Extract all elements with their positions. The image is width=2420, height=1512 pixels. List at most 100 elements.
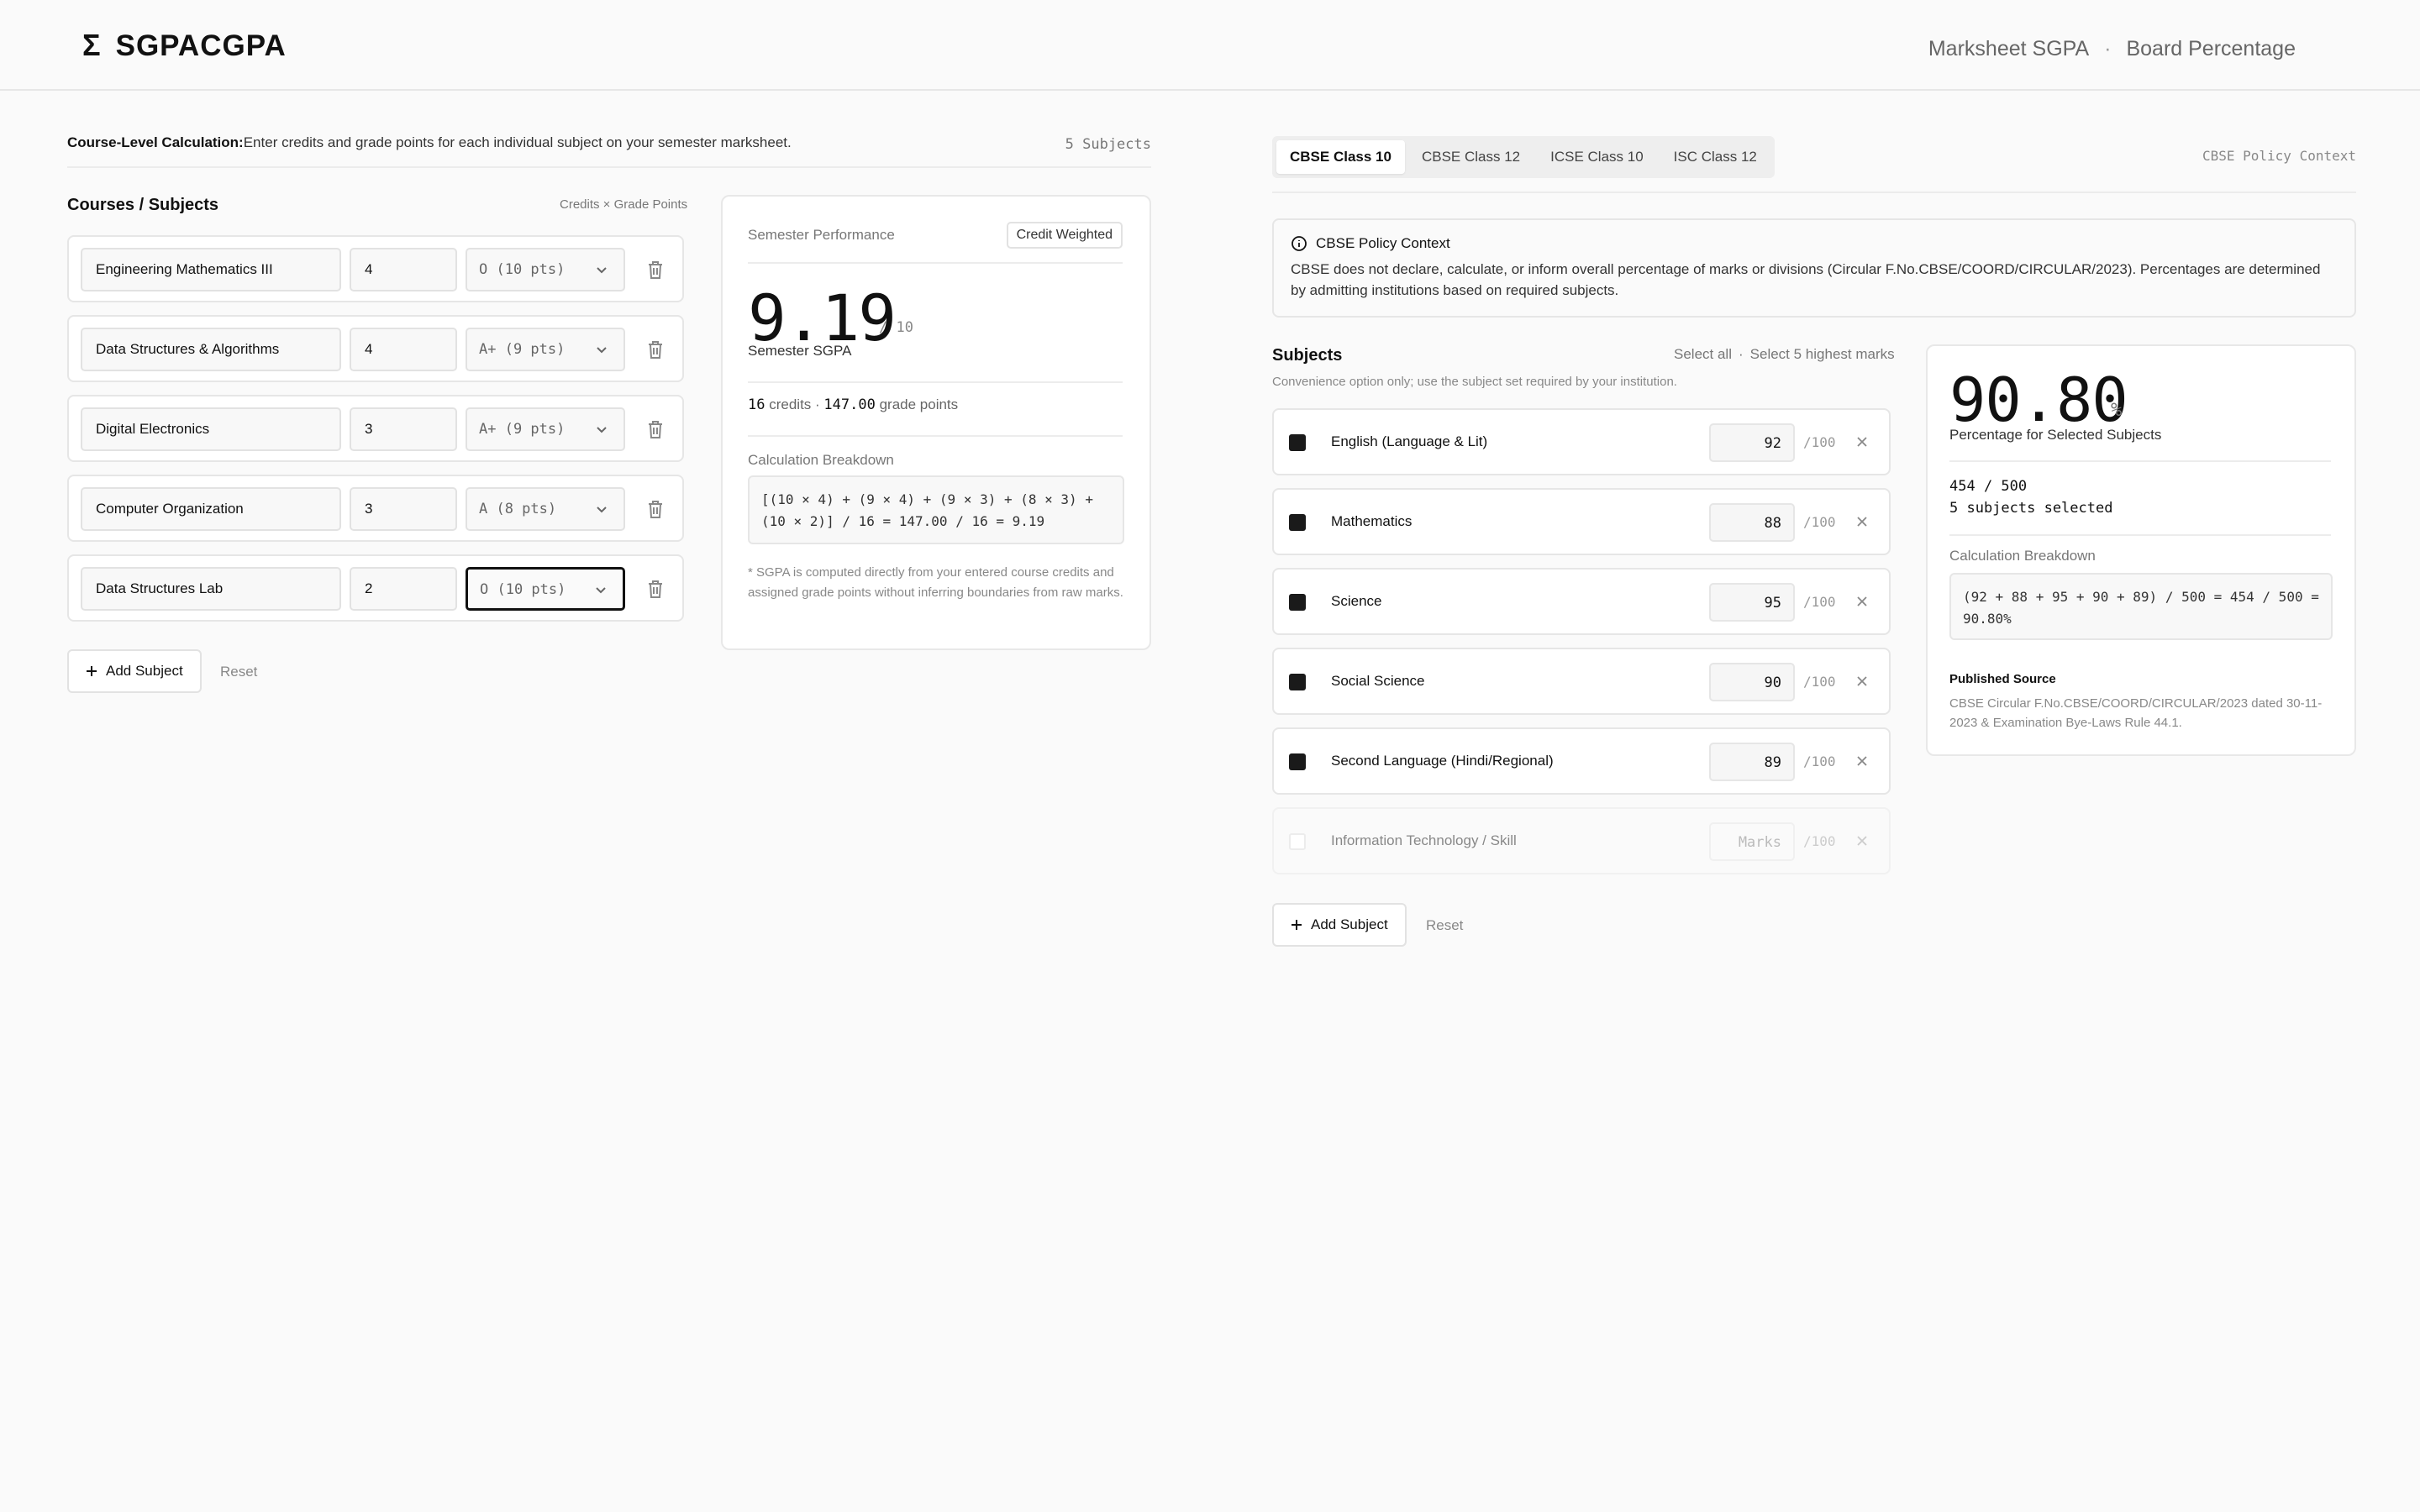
actions-separator: · [1738, 346, 1744, 362]
policy-context-link[interactable]: CBSE Policy Context [2202, 148, 2356, 164]
subject-checkbox[interactable] [1289, 753, 1306, 770]
chevron-down-icon [597, 427, 607, 433]
chevron-down-icon [597, 347, 607, 354]
subject-checkbox[interactable] [1289, 833, 1306, 850]
course-row: Data Structures Lab 2 O (10 pts) [67, 554, 684, 622]
close-icon[interactable] [1855, 595, 1869, 608]
tab-icse-class-10[interactable]: ICSE Class 10 [1537, 140, 1657, 174]
marks-input[interactable]: 92 [1709, 423, 1795, 462]
credits-total: 16 [748, 396, 765, 413]
subject-row: Information Technology / Skill Marks /10… [1272, 807, 1891, 874]
subjects-actions: Select all · Select 5 highest marks [1674, 346, 1895, 363]
course-grade-select[interactable]: A+ (9 pts) [466, 407, 625, 451]
subject-row: Mathematics 88 /100 [1272, 488, 1891, 555]
course-name-input[interactable]: Digital Electronics [81, 407, 341, 451]
subject-name: Mathematics [1331, 513, 1413, 529]
select-top-five-button[interactable]: Select 5 highest marks [1750, 346, 1895, 363]
course-grade-select[interactable]: O (10 pts) [466, 248, 625, 291]
tab-isc-class-12[interactable]: ISC Class 12 [1660, 140, 1770, 174]
course-credits-input[interactable]: 3 [350, 487, 457, 531]
trash-icon[interactable] [645, 259, 666, 281]
course-credits-input[interactable]: 3 [350, 407, 457, 451]
course-credits-input[interactable]: 2 [350, 567, 457, 611]
marks-out-of: /100 [1803, 514, 1836, 530]
marks-out-of: /100 [1803, 434, 1836, 450]
grade-value: A (8 pts) [479, 501, 557, 517]
grade-value: O (10 pts) [479, 261, 566, 278]
divider [748, 381, 1123, 383]
course-name-input[interactable]: Data Structures & Algorithms [81, 328, 341, 371]
marks-input[interactable]: 90 [1709, 663, 1795, 701]
source-label: Published Source [1949, 672, 2056, 686]
percentage-card: 90.80 % Percentage for Selected Subjects… [1926, 344, 2356, 756]
close-icon[interactable] [1855, 834, 1869, 848]
close-icon[interactable] [1855, 515, 1869, 528]
course-credits-input[interactable]: 4 [350, 248, 457, 291]
course-grade-select[interactable]: O (10 pts) [466, 567, 625, 611]
reset-button[interactable]: Reset [220, 664, 257, 680]
subject-row: Science 95 /100 [1272, 568, 1891, 635]
trash-icon[interactable] [645, 578, 666, 600]
subject-name: Social Science [1331, 673, 1425, 689]
course-row: Engineering Mathematics III 4 O (10 pts) [67, 235, 684, 302]
source-text: CBSE Circular F.No.CBSE/COORD/CIRCULAR/2… [1949, 696, 2323, 730]
divider [748, 262, 1123, 264]
trash-icon[interactable] [645, 498, 666, 520]
close-icon[interactable] [1855, 435, 1869, 449]
subject-name: English (Language & Lit) [1331, 433, 1488, 449]
subject-checkbox[interactable] [1289, 594, 1306, 611]
sgpa-breakdown: [(10 × 4) + (9 × 4) + (9 × 3) + (8 × 3) … [748, 475, 1124, 544]
brand-name: SGPACGPA [115, 29, 287, 62]
subject-checkbox[interactable] [1289, 514, 1306, 531]
close-icon[interactable] [1855, 675, 1869, 688]
subject-checkbox[interactable] [1289, 674, 1306, 690]
brand-logo[interactable]: Σ SGPACGPA [82, 30, 287, 60]
policy-title: CBSE Policy Context [1291, 235, 1450, 252]
add-board-subject-button[interactable]: Add Subject [1272, 903, 1407, 947]
course-level-intro: Course-Level Calculation:Enter credits a… [67, 134, 1151, 168]
chevron-down-icon [597, 267, 607, 274]
marks-input[interactable]: 88 [1709, 503, 1795, 542]
tab-cbse-class-12[interactable]: CBSE Class 12 [1408, 140, 1534, 174]
trash-icon[interactable] [645, 339, 666, 360]
subject-checkbox[interactable] [1289, 434, 1306, 451]
percentage-value: 90.80 [1949, 365, 2128, 435]
marks-out-of: /100 [1803, 594, 1836, 610]
course-name-input[interactable]: Engineering Mathematics III [81, 248, 341, 291]
select-all-button[interactable]: Select all [1674, 346, 1732, 363]
course-name-input[interactable]: Computer Organization [81, 487, 341, 531]
subject-row: English (Language & Lit) 92 /100 [1272, 408, 1891, 475]
course-grade-select[interactable]: A (8 pts) [466, 487, 625, 531]
add-subject-label: Add Subject [106, 663, 183, 679]
marks-input[interactable]: 89 [1709, 743, 1795, 781]
trash-icon[interactable] [645, 418, 666, 440]
performance-label: Semester Performance [748, 227, 895, 243]
subject-row: Social Science 90 /100 [1272, 648, 1891, 715]
marks-total: 454 / 500 [1949, 478, 2028, 495]
close-icon[interactable] [1855, 754, 1869, 768]
nav-separator: · [2104, 37, 2112, 60]
nav-board-percentage[interactable]: Board Percentage [2126, 37, 2296, 61]
tab-cbse-class-10[interactable]: CBSE Class 10 [1276, 140, 1405, 174]
subjects-note: Convenience option only; use the subject… [1272, 375, 1677, 389]
course-name-input[interactable]: Data Structures Lab [81, 567, 341, 611]
course-row: Digital Electronics 3 A+ (9 pts) [67, 395, 684, 462]
reset-board-button[interactable]: Reset [1426, 917, 1463, 934]
policy-body: CBSE does not declare, calculate, or inf… [1291, 261, 2321, 298]
subject-row: Second Language (Hindi/Regional) 89 /100 [1272, 727, 1891, 795]
intro-bold: Course-Level Calculation: [67, 134, 244, 150]
add-subject-button[interactable]: Add Subject [67, 649, 202, 693]
policy-context-box: CBSE Policy Context CBSE does not declar… [1272, 218, 2356, 318]
subjects-title: Subjects [1272, 346, 1343, 365]
course-grade-select[interactable]: A+ (9 pts) [466, 328, 625, 371]
semester-performance-card: Semester Performance Credit Weighted 9.1… [721, 195, 1151, 650]
marks-input[interactable]: Marks [1709, 822, 1795, 861]
courses-hint: Credits × Grade Points [560, 197, 688, 212]
grade-value: A+ (9 pts) [479, 341, 566, 358]
subject-name: Information Technology / Skill [1331, 832, 1517, 848]
chevron-down-icon [596, 587, 606, 594]
marks-out-of: /100 [1803, 753, 1836, 769]
course-credits-input[interactable]: 4 [350, 328, 457, 371]
nav-marksheet-sgpa[interactable]: Marksheet SGPA [1928, 37, 2089, 61]
marks-input[interactable]: 95 [1709, 583, 1795, 622]
